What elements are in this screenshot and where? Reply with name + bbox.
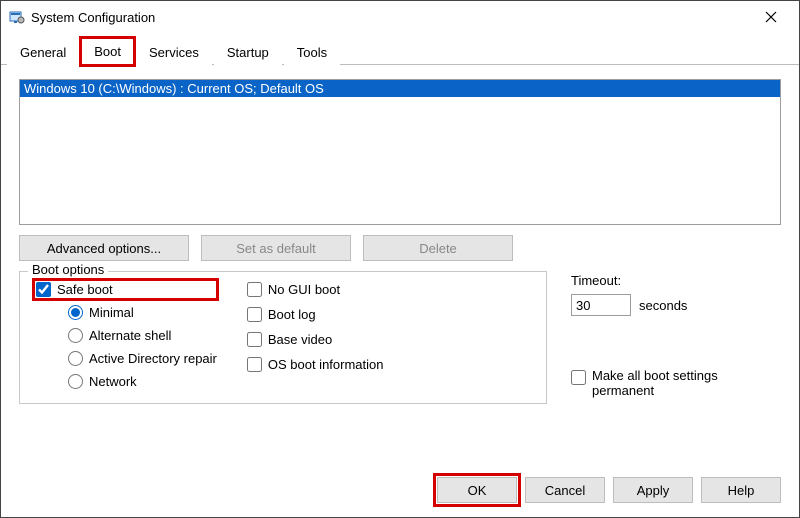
cancel-button[interactable]: Cancel: [525, 477, 605, 503]
set-as-default-button: Set as default: [201, 235, 351, 261]
radio-ad-repair-input[interactable]: [68, 351, 83, 366]
tab-general[interactable]: General: [7, 39, 79, 65]
delete-button: Delete: [363, 235, 513, 261]
titlebar: System Configuration: [1, 1, 799, 33]
right-panel: Timeout: seconds Make all boot settings …: [571, 271, 781, 404]
options-row: Boot options Safe boot Minimal: [19, 271, 781, 404]
radio-alt-shell-input[interactable]: [68, 328, 83, 343]
os-boot-info-checkbox[interactable]: OS boot information: [247, 357, 384, 372]
make-permanent-checkbox[interactable]: Make all boot settings permanent: [571, 368, 781, 398]
help-button[interactable]: Help: [701, 477, 781, 503]
no-gui-boot-input[interactable]: [247, 282, 262, 297]
make-permanent-input[interactable]: [571, 370, 586, 385]
timeout-input[interactable]: [571, 294, 631, 316]
radio-network[interactable]: Network: [68, 374, 217, 389]
radio-network-label: Network: [89, 374, 137, 389]
safe-boot-checkbox[interactable]: Safe boot: [34, 280, 217, 299]
ok-button[interactable]: OK: [437, 477, 517, 503]
base-video-input[interactable]: [247, 332, 262, 347]
system-configuration-window: System Configuration General Boot Servic…: [0, 0, 800, 518]
make-permanent-label: Make all boot settings permanent: [592, 368, 742, 398]
radio-ad-repair-label: Active Directory repair: [89, 351, 217, 366]
radio-minimal[interactable]: Minimal: [68, 305, 217, 320]
tab-tools[interactable]: Tools: [284, 39, 340, 65]
os-boot-info-label: OS boot information: [268, 357, 384, 372]
safe-boot-label: Safe boot: [57, 282, 113, 297]
boot-options-fieldset: Boot options Safe boot Minimal: [19, 271, 547, 404]
apply-button[interactable]: Apply: [613, 477, 693, 503]
tab-content-boot: Windows 10 (C:\Windows) : Current OS; De…: [1, 65, 799, 465]
boot-log-checkbox[interactable]: Boot log: [247, 307, 384, 322]
advanced-options-button[interactable]: Advanced options...: [19, 235, 189, 261]
safe-boot-input[interactable]: [36, 282, 51, 297]
tab-boot[interactable]: Boot: [81, 38, 134, 65]
radio-alt-shell[interactable]: Alternate shell: [68, 328, 217, 343]
base-video-checkbox[interactable]: Base video: [247, 332, 384, 347]
no-gui-boot-checkbox[interactable]: No GUI boot: [247, 282, 384, 297]
tab-services[interactable]: Services: [136, 39, 212, 65]
window-title: System Configuration: [31, 10, 155, 25]
tab-startup[interactable]: Startup: [214, 39, 282, 65]
radio-network-input[interactable]: [68, 374, 83, 389]
boot-options-legend: Boot options: [28, 262, 108, 277]
dialog-buttons: OK Cancel Apply Help: [1, 465, 799, 517]
no-gui-boot-label: No GUI boot: [268, 282, 340, 297]
tabstrip: General Boot Services Startup Tools: [1, 37, 799, 65]
boot-log-input[interactable]: [247, 307, 262, 322]
close-icon: [765, 11, 777, 23]
boot-entry-selected[interactable]: Windows 10 (C:\Windows) : Current OS; De…: [20, 80, 780, 97]
boot-entries-list[interactable]: Windows 10 (C:\Windows) : Current OS; De…: [19, 79, 781, 225]
radio-ad-repair[interactable]: Active Directory repair: [68, 351, 217, 366]
boot-log-label: Boot log: [268, 307, 316, 322]
os-boot-info-input[interactable]: [247, 357, 262, 372]
app-icon: [9, 9, 25, 25]
timeout-label: Timeout:: [571, 273, 781, 288]
base-video-label: Base video: [268, 332, 332, 347]
close-button[interactable]: [751, 3, 791, 31]
radio-minimal-input[interactable]: [68, 305, 83, 320]
radio-minimal-label: Minimal: [89, 305, 134, 320]
timeout-unit: seconds: [639, 298, 687, 313]
boot-list-buttons: Advanced options... Set as default Delet…: [19, 235, 781, 261]
radio-alt-shell-label: Alternate shell: [89, 328, 171, 343]
